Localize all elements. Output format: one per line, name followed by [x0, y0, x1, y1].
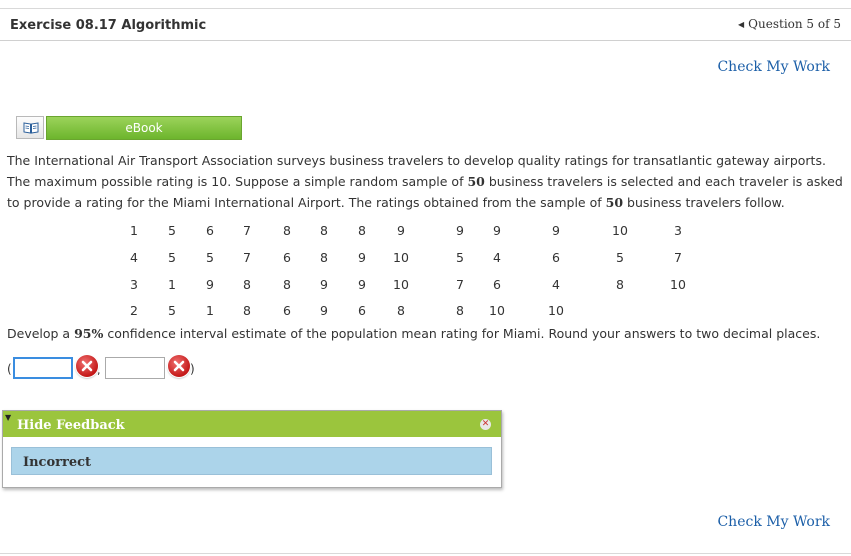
rating-cell: 9	[320, 277, 328, 292]
rating-cell: 9	[358, 277, 366, 292]
rating-cell: 10	[612, 223, 628, 238]
rating-cell: 8	[283, 277, 291, 292]
instruction-text: Develop a 95% confidence interval estima…	[7, 326, 821, 341]
incorrect-x-icon	[76, 355, 98, 377]
confidence-level: 95%	[74, 326, 104, 341]
rating-cell: 10	[670, 277, 686, 292]
answer-row: ( , )	[0, 355, 300, 385]
rating-cell: 4	[552, 277, 560, 292]
rating-cell: 9	[456, 223, 464, 238]
rating-cell: 8	[397, 303, 405, 318]
hide-feedback-toggle[interactable]: Hide Feedback	[17, 418, 125, 433]
incorrect-x-icon	[168, 355, 190, 377]
rating-cell: 8	[283, 223, 291, 238]
ebook-bar: eBook	[16, 116, 242, 140]
rating-cell: 9	[397, 223, 405, 238]
rating-cell: 8	[456, 303, 464, 318]
rating-cell: 10	[393, 250, 409, 265]
rating-cell: 8	[320, 223, 328, 238]
rating-cell: 5	[206, 250, 214, 265]
rating-cell: 10	[393, 277, 409, 292]
rating-cell: 1	[168, 277, 176, 292]
rating-cell: 7	[674, 250, 682, 265]
rating-cell: 5	[168, 303, 176, 318]
question-text: The International Air Transport Associat…	[7, 153, 843, 210]
rating-cell: 4	[130, 250, 138, 265]
rating-cell: 5	[456, 250, 464, 265]
rating-cell: 2	[130, 303, 138, 318]
rating-cell: 5	[616, 250, 624, 265]
rating-cell: 9	[206, 277, 214, 292]
rating-cell: 1	[130, 223, 138, 238]
rating-cell: 8	[616, 277, 624, 292]
upper-bound-input[interactable]	[105, 357, 165, 379]
rating-cell: 7	[243, 223, 251, 238]
exercise-header: Exercise 08.17 Algorithmic ◀ Question 5 o…	[0, 9, 851, 41]
sample-size: 50	[467, 174, 485, 189]
close-feedback-icon[interactable]: ✕	[480, 419, 491, 430]
feedback-result-text: Incorrect	[23, 455, 92, 470]
rating-cell: 4	[493, 250, 501, 265]
question-navigation[interactable]: ◀ Question 5 of 5	[738, 17, 841, 31]
comma-separator: ,	[97, 364, 101, 377]
rating-cell: 9	[552, 223, 560, 238]
rating-cell: 10	[489, 303, 505, 318]
rating-cell: 5	[168, 223, 176, 238]
rating-cell: 10	[548, 303, 564, 318]
rating-cell: 1	[206, 303, 214, 318]
rating-cell: 6	[206, 223, 214, 238]
check-my-work-link-bottom[interactable]: Check My Work	[717, 514, 830, 530]
rating-cell: 6	[283, 250, 291, 265]
rating-cell: 9	[493, 223, 501, 238]
lower-bound-input[interactable]	[13, 357, 73, 379]
rating-cell: 7	[456, 277, 464, 292]
open-paren: (	[7, 362, 12, 376]
rating-cell: 8	[243, 277, 251, 292]
ebook-button[interactable]: eBook	[46, 116, 242, 140]
feedback-panel: ▼ Hide Feedback ✕ Incorrect	[2, 410, 502, 488]
rating-cell: 6	[283, 303, 291, 318]
exercise-title: Exercise 08.17 Algorithmic	[10, 18, 207, 33]
rating-cell: 6	[552, 250, 560, 265]
rating-cell: 3	[130, 277, 138, 292]
rating-cell: 8	[358, 223, 366, 238]
feedback-header[interactable]: ▼ Hide Feedback ✕	[3, 411, 501, 437]
rating-cell: 7	[243, 250, 251, 265]
bottom-divider	[0, 553, 851, 554]
rating-cell: 9	[320, 303, 328, 318]
rating-cell: 9	[358, 250, 366, 265]
feedback-result-box: Incorrect	[11, 447, 492, 475]
question-counter: Question 5 of 5	[748, 17, 841, 31]
previous-arrow-icon[interactable]: ◀	[738, 20, 744, 29]
collapse-triangle-icon[interactable]: ▼	[5, 413, 11, 422]
sample-size: 50	[605, 195, 624, 210]
check-my-work-link-top[interactable]: Check My Work	[717, 59, 830, 75]
rating-cell: 6	[493, 277, 501, 292]
rating-cell: 3	[674, 223, 682, 238]
close-paren: )	[190, 362, 195, 376]
book-icon[interactable]	[16, 116, 44, 139]
rating-cell: 8	[243, 303, 251, 318]
rating-cell: 6	[358, 303, 366, 318]
rating-cell: 5	[168, 250, 176, 265]
rating-cell: 8	[320, 250, 328, 265]
